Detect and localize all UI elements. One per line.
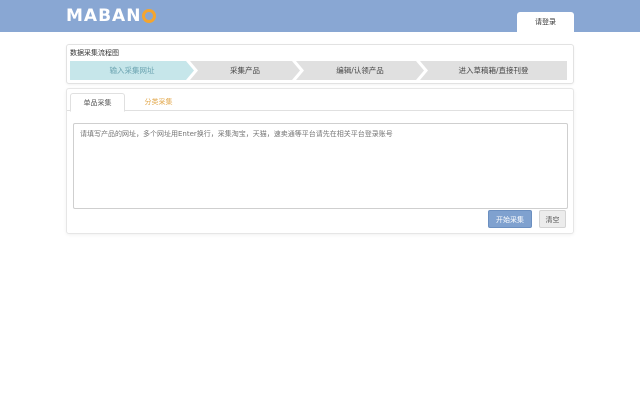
clear-button[interactable]: 清空 (539, 210, 566, 228)
flow-steps: 输入采集网址 采集产品 编辑/认领产品 进入草稿箱/直接刊登 (70, 61, 567, 80)
flow-step-collect: 采集产品 (190, 61, 300, 80)
logo-ring-icon (142, 9, 157, 23)
tab-category-collect[interactable]: 分类采集 (131, 93, 186, 111)
collector-panel: 单品采集 分类采集 开始采集 清空 (66, 88, 574, 234)
logo-text: MABAN (66, 6, 142, 26)
login-button[interactable]: 请登录 (517, 12, 574, 33)
flow-step-edit-claim: 编辑/认领产品 (296, 61, 424, 80)
top-header: MABAN 请登录 (0, 0, 640, 33)
flow-panel: 数据采集流程图 输入采集网址 采集产品 编辑/认领产品 进入草稿箱/直接刊登 (66, 44, 574, 84)
flow-step-draft-publish: 进入草稿箱/直接刊登 (420, 61, 567, 80)
tab-single-collect[interactable]: 单品采集 (70, 93, 125, 112)
tab-bar: 单品采集 分类采集 (67, 89, 573, 112)
logo[interactable]: MABAN (66, 6, 157, 26)
flow-step-input-url: 输入采集网址 (70, 61, 194, 80)
start-collect-button[interactable]: 开始采集 (488, 210, 532, 228)
flow-title: 数据采集流程图 (70, 49, 119, 57)
url-input[interactable] (73, 123, 568, 209)
